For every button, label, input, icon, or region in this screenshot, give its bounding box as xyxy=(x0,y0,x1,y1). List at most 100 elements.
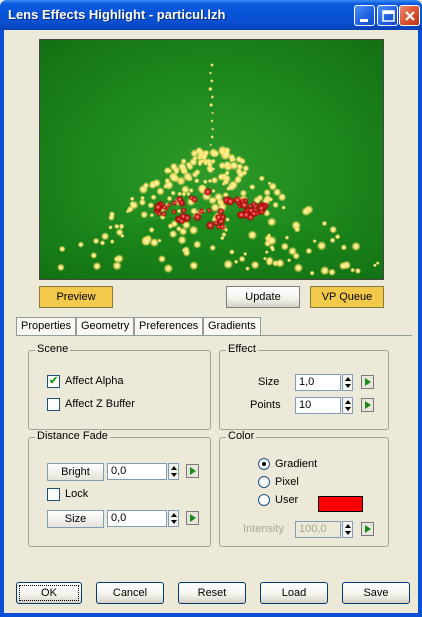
particle-glow xyxy=(207,178,213,184)
user-radio[interactable] xyxy=(258,494,270,506)
fade-size-button[interactable]: Size xyxy=(47,510,104,528)
particle-glow xyxy=(166,202,172,208)
particle-glow xyxy=(265,256,274,265)
update-button[interactable]: Update xyxy=(226,286,300,308)
particle-glow xyxy=(249,184,256,190)
effect-size-field[interactable]: 1,0 xyxy=(295,374,341,391)
particle-glow xyxy=(141,235,152,246)
close-icon xyxy=(405,11,415,21)
particle-glow xyxy=(194,178,200,184)
particle-glow xyxy=(229,249,235,255)
particle-glow xyxy=(321,220,328,227)
particle-glow xyxy=(236,163,244,171)
particle-glow xyxy=(245,266,250,271)
particle-glow xyxy=(203,187,213,197)
particle-glow xyxy=(118,223,125,229)
particle-glow xyxy=(270,247,276,252)
fade-size-field[interactable]: 0,0 xyxy=(107,510,167,527)
particle-glow xyxy=(209,143,212,147)
particle-glow xyxy=(291,220,301,231)
bright-spinner[interactable] xyxy=(168,463,179,480)
affect-alpha-checkbox[interactable]: ✔ xyxy=(47,375,60,388)
effect-points-field[interactable]: 10 xyxy=(295,397,341,414)
user-label: User xyxy=(275,494,299,506)
particle-glow xyxy=(221,181,226,186)
user-color-swatch[interactable] xyxy=(318,496,363,512)
tab-properties[interactable]: Properties xyxy=(16,317,77,335)
fade-size-map-button[interactable] xyxy=(186,511,199,525)
effect-points-map-button[interactable] xyxy=(361,398,374,412)
particle-glow xyxy=(92,237,100,245)
particle-glow xyxy=(375,261,380,266)
particle-glow xyxy=(163,184,168,189)
particle-glow xyxy=(309,270,315,276)
particle-glow xyxy=(171,209,177,215)
tab-gradients[interactable]: Gradients xyxy=(203,317,261,335)
particle-glow xyxy=(329,225,338,234)
particle-glow xyxy=(99,240,106,246)
intensity-spinner[interactable] xyxy=(342,521,353,538)
particle-glow xyxy=(267,235,277,246)
close-button[interactable] xyxy=(399,5,420,26)
particle-glow xyxy=(150,194,157,201)
particle-glow xyxy=(129,196,135,202)
lock-checkbox[interactable] xyxy=(47,488,60,501)
affect-z-buffer-checkbox[interactable] xyxy=(47,398,60,411)
particle-glow xyxy=(142,182,150,189)
bright-button[interactable]: Bright xyxy=(47,463,104,481)
intensity-map-button[interactable] xyxy=(361,522,374,536)
particle-glow xyxy=(92,261,102,271)
particle-glow xyxy=(280,242,289,251)
particle-glow xyxy=(198,207,205,215)
particle-glow xyxy=(140,210,149,219)
effect-size-map-button[interactable] xyxy=(361,375,374,389)
scene-group: Scene ✔ Affect Alpha Affect Z Buffer xyxy=(28,343,211,430)
ok-button[interactable]: OK xyxy=(16,582,82,604)
particle-glow xyxy=(160,210,168,218)
particle-glow xyxy=(210,135,214,139)
minimize-button[interactable] xyxy=(354,5,375,26)
tab-geometry[interactable]: Geometry xyxy=(76,317,135,335)
distance-fade-group: Distance Fade Bright 0,0 Lock Size 0,0 xyxy=(28,430,211,547)
particle-glow xyxy=(158,255,166,263)
tab-preferences[interactable]: Preferences xyxy=(134,317,204,335)
particle-glow xyxy=(293,263,304,273)
particle-glow xyxy=(148,180,157,190)
save-button[interactable]: Save xyxy=(342,582,410,604)
maximize-button[interactable] xyxy=(377,5,398,26)
particle-glow xyxy=(258,175,265,182)
effect-points-spinner[interactable] xyxy=(342,397,353,414)
preview-button[interactable]: Preview xyxy=(39,286,113,308)
pixel-label: Pixel xyxy=(275,476,299,488)
particle-glow xyxy=(208,196,217,205)
effect-size-spinner[interactable] xyxy=(342,374,353,391)
particle-glow xyxy=(354,267,362,275)
particle-glow xyxy=(166,195,173,202)
radio-selected-icon xyxy=(262,462,266,466)
particle-glow xyxy=(250,260,260,270)
scene-group-label: Scene xyxy=(35,343,71,355)
cancel-button[interactable]: Cancel xyxy=(96,582,164,604)
particle-glow xyxy=(256,194,264,202)
gradient-radio[interactable] xyxy=(258,458,270,470)
pixel-radio[interactable] xyxy=(258,476,270,488)
load-button[interactable]: Load xyxy=(260,582,328,604)
particle-glow xyxy=(90,251,98,259)
particle-glow xyxy=(77,241,85,248)
particle-glow xyxy=(312,239,317,244)
bright-map-button[interactable] xyxy=(186,464,199,478)
checkmark-icon: ✔ xyxy=(49,375,59,387)
bright-field[interactable]: 0,0 xyxy=(107,463,167,480)
vp-queue-button[interactable]: VP Queue xyxy=(310,286,384,308)
intensity-field[interactable]: 100,0 xyxy=(295,521,341,538)
title-bar[interactable]: Lens Effects Highlight - particul.lzh xyxy=(0,0,422,30)
color-group: Color Gradient Pixel User Intensity 100,… xyxy=(219,430,389,547)
reset-button[interactable]: Reset xyxy=(178,582,246,604)
distance-fade-group-label: Distance Fade xyxy=(35,430,110,442)
particle-glow xyxy=(157,238,162,243)
particle-glow xyxy=(263,188,271,197)
fade-size-spinner[interactable] xyxy=(168,510,179,527)
particle-glow xyxy=(350,267,356,273)
particle-glow xyxy=(272,201,279,209)
dialog-window: Lens Effects Highlight - particul.lzh Pr… xyxy=(0,0,422,617)
